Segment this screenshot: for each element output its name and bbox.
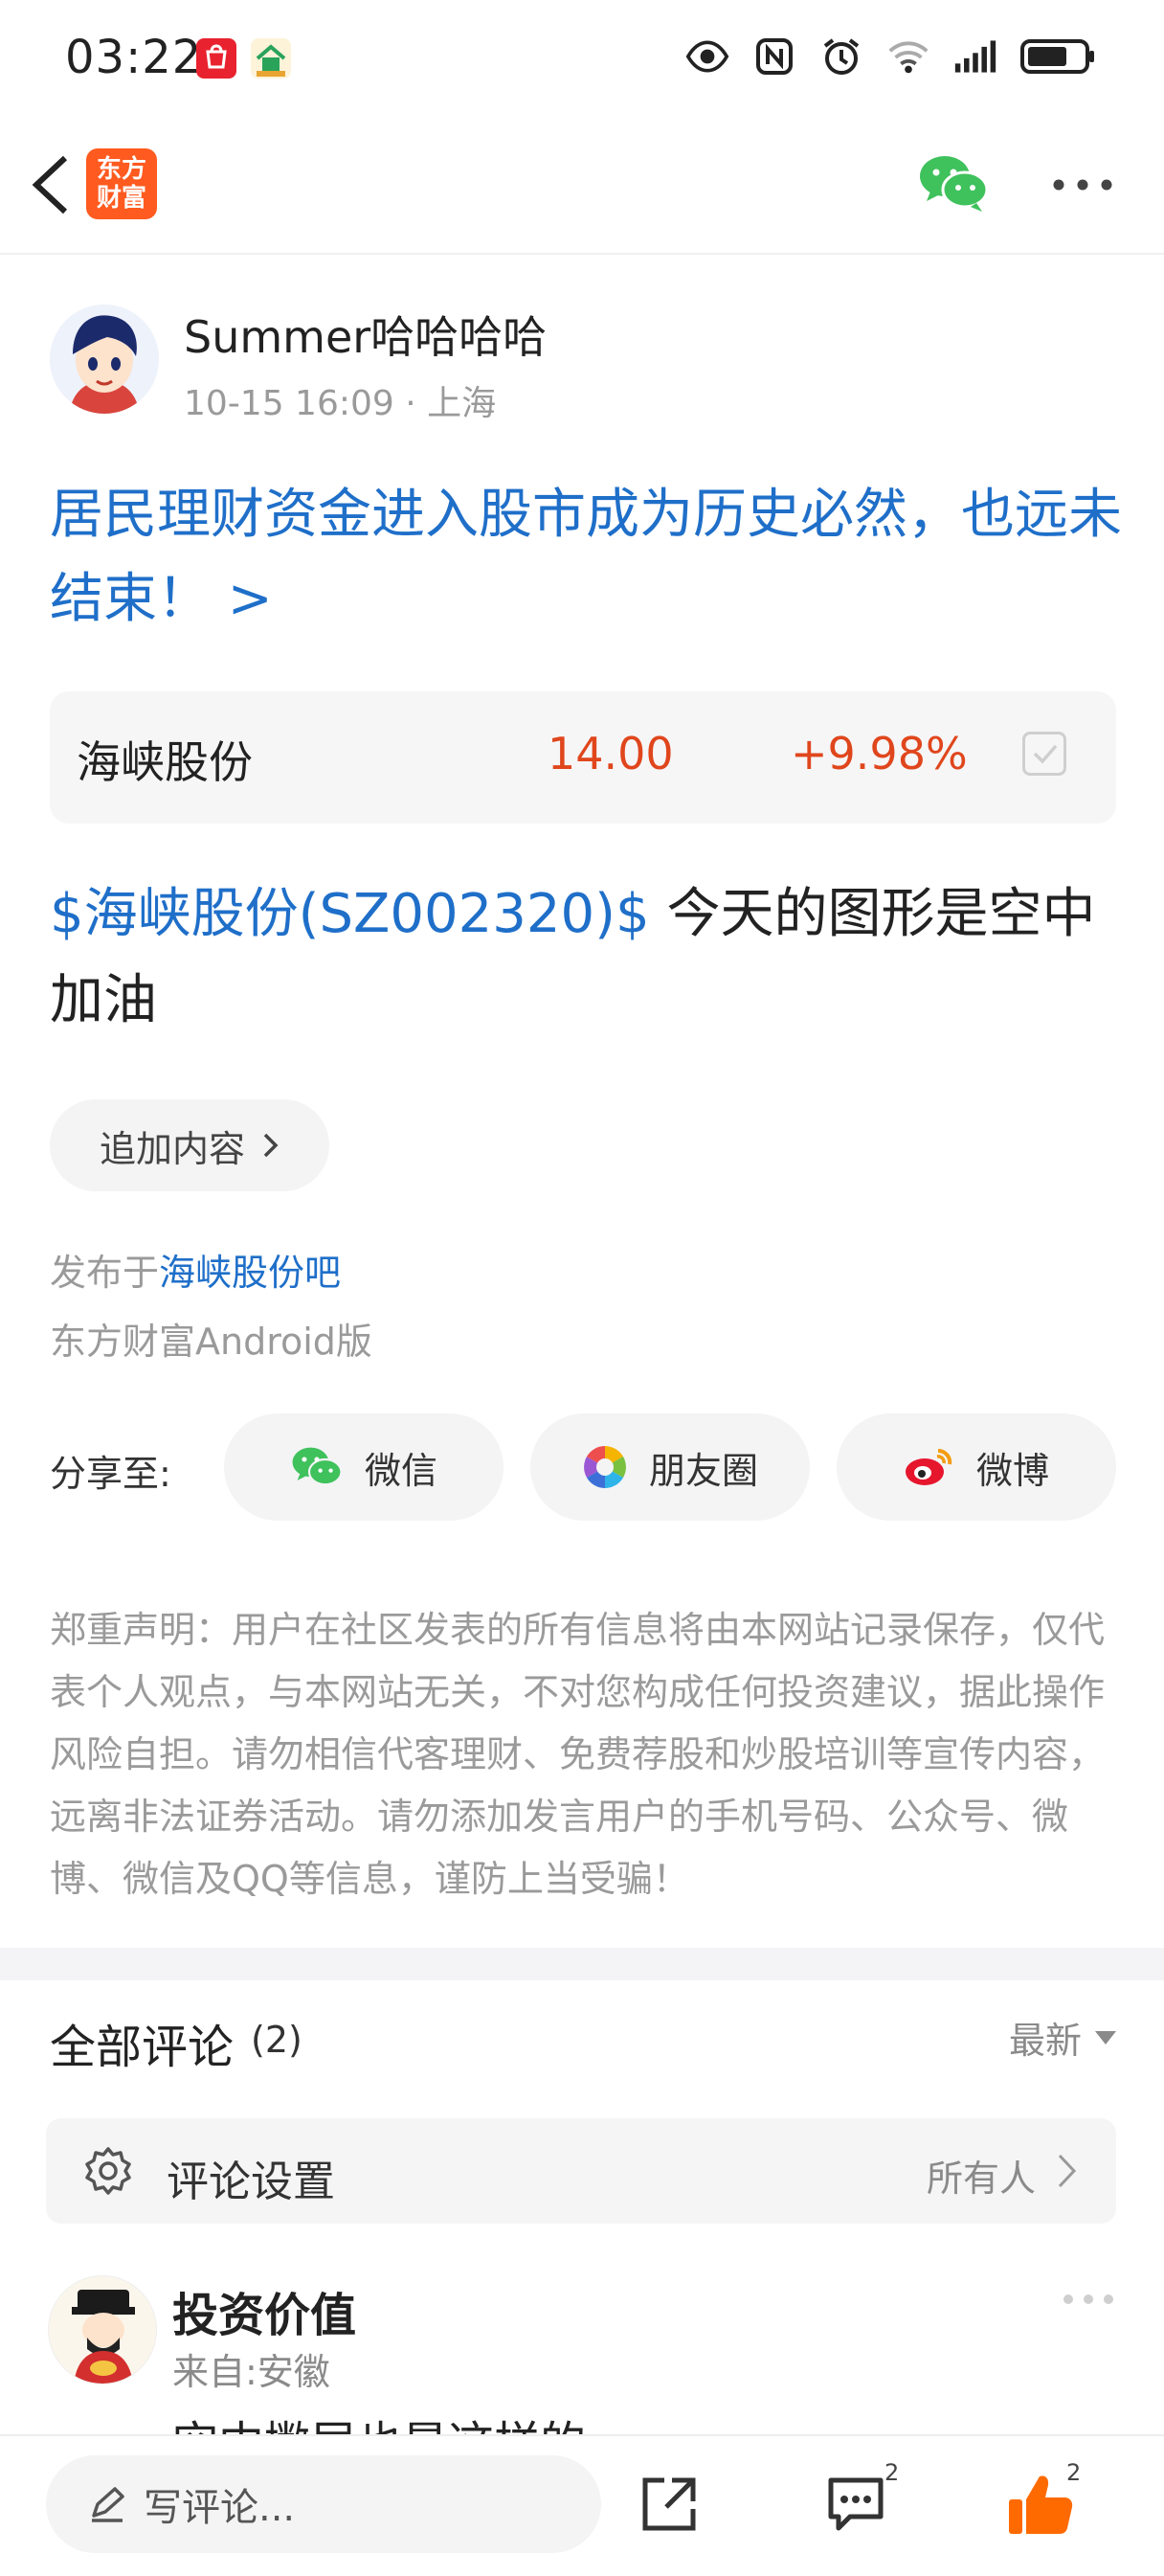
thumbs-up-icon	[1009, 2475, 1073, 2534]
section-divider	[0, 1948, 1164, 1980]
stock-quote-card[interactable]: 海峡股份 14.00 +9.98%	[50, 691, 1116, 824]
more-menu-button[interactable]	[1051, 170, 1114, 199]
comments-button[interactable]	[825, 2474, 892, 2536]
more-dots-icon	[1063, 2294, 1113, 2304]
like-button[interactable]	[1007, 2471, 1074, 2538]
comment-more-button[interactable]	[1063, 2291, 1114, 2312]
more-dots-icon	[1053, 179, 1112, 191]
post-title[interactable]: 居民理财资金进入股市成为历史必然，也远未结束！ >	[50, 473, 1122, 642]
signal-icon	[953, 34, 997, 79]
eastmoney-logo: 东方 财富	[86, 148, 157, 219]
caret-down-icon	[1095, 2030, 1116, 2045]
share-moments-button[interactable]: 朋友圈	[530, 1413, 810, 1521]
gear-icon	[85, 2147, 131, 2195]
share-wechat-label: 微信	[364, 1449, 437, 1492]
add-to-watchlist-checkbox[interactable]	[1022, 732, 1066, 776]
eye-icon	[685, 34, 729, 79]
comment-count-badge: 2	[884, 2459, 900, 2486]
comment-settings-row[interactable]: 评论设置 所有人	[46, 2118, 1116, 2224]
brand-line-2: 财富	[96, 184, 146, 213]
wechat-icon	[920, 156, 989, 212]
check-icon	[1033, 744, 1058, 764]
status-time: 03:22	[65, 31, 203, 84]
share-wechat-button[interactable]: 微信	[224, 1413, 504, 1521]
forward-button[interactable]	[638, 2474, 699, 2536]
status-icons	[685, 34, 1097, 79]
comment-bubble-icon	[828, 2477, 884, 2531]
post-meta: 10-15 16:09 · 上海	[184, 384, 497, 423]
wechat-icon	[292, 1447, 343, 1486]
stock-change: +9.98%	[791, 728, 968, 780]
header-divider	[0, 253, 1164, 255]
huawei-app-icon	[196, 38, 236, 79]
comments-title: 全部评论	[50, 2021, 235, 2074]
stock-name: 海峡股份	[77, 736, 253, 788]
moments-icon	[584, 1446, 626, 1488]
author-name[interactable]: Summer哈哈哈哈	[184, 303, 547, 366]
brand-line-1: 东方	[96, 155, 146, 184]
append-content-label: 追加内容	[99, 1127, 245, 1170]
wechat-share-button[interactable]	[917, 151, 990, 218]
post-body: $海峡股份(SZ002320)$ 今天的图形是空中加油	[50, 871, 1122, 1044]
commenter-name[interactable]: 投资价值	[172, 2277, 356, 2344]
commenter-location: 来自:安徽	[172, 2351, 330, 2393]
chevron-right-icon	[263, 1133, 279, 1158]
disclaimer-text: 郑重声明：用户在社区发表的所有信息将由本网站记录保存，仅代表个人观点，与本网站无…	[50, 1609, 1106, 1900]
share-weibo-label: 微博	[975, 1449, 1049, 1492]
bottom-action-bar: 写评论... 2 2	[0, 2434, 1164, 2576]
wifi-icon	[886, 34, 930, 79]
share-weibo-button[interactable]: 微博	[837, 1413, 1116, 1521]
comment-settings-value: 所有人	[926, 2158, 1036, 2200]
sort-label: 最新	[1008, 2020, 1082, 2062]
like-count-badge: 2	[1066, 2459, 1082, 2486]
comment-sort-dropdown[interactable]: 最新	[1009, 2011, 1116, 2064]
home-app-icon	[251, 38, 291, 79]
weibo-icon	[905, 1448, 952, 1485]
client-version: 东方财富Android版	[50, 1321, 372, 1363]
author-avatar[interactable]	[50, 305, 159, 414]
write-comment-placeholder: 写评论...	[144, 2486, 296, 2530]
write-comment-input[interactable]: 写评论...	[46, 2455, 601, 2553]
share-moments-label: 朋友圈	[648, 1449, 758, 1492]
chevron-right-icon	[1058, 2154, 1077, 2188]
share-external-icon	[642, 2477, 696, 2531]
back-arrow-icon	[32, 155, 68, 215]
alarm-icon	[819, 34, 863, 79]
comment-settings-label: 评论设置	[167, 2158, 335, 2206]
stock-price: 14.00	[548, 728, 674, 780]
stock-tag-link[interactable]: $海峡股份(SZ002320)$	[50, 883, 650, 945]
comments-count: (2)	[251, 2019, 302, 2061]
published-in: 发布于海峡股份吧	[50, 1243, 341, 1296]
commenter-avatar[interactable]	[48, 2275, 157, 2384]
published-prefix: 发布于	[50, 1252, 160, 1294]
stock-bar-link[interactable]: 海峡股份吧	[159, 1252, 341, 1294]
share-label: 分享至:	[50, 1453, 171, 1495]
back-button[interactable]	[21, 151, 78, 218]
nfc-icon	[752, 34, 796, 79]
append-content-button[interactable]: 追加内容	[50, 1099, 329, 1191]
pencil-icon	[92, 2487, 124, 2522]
battery-icon	[1020, 34, 1097, 79]
